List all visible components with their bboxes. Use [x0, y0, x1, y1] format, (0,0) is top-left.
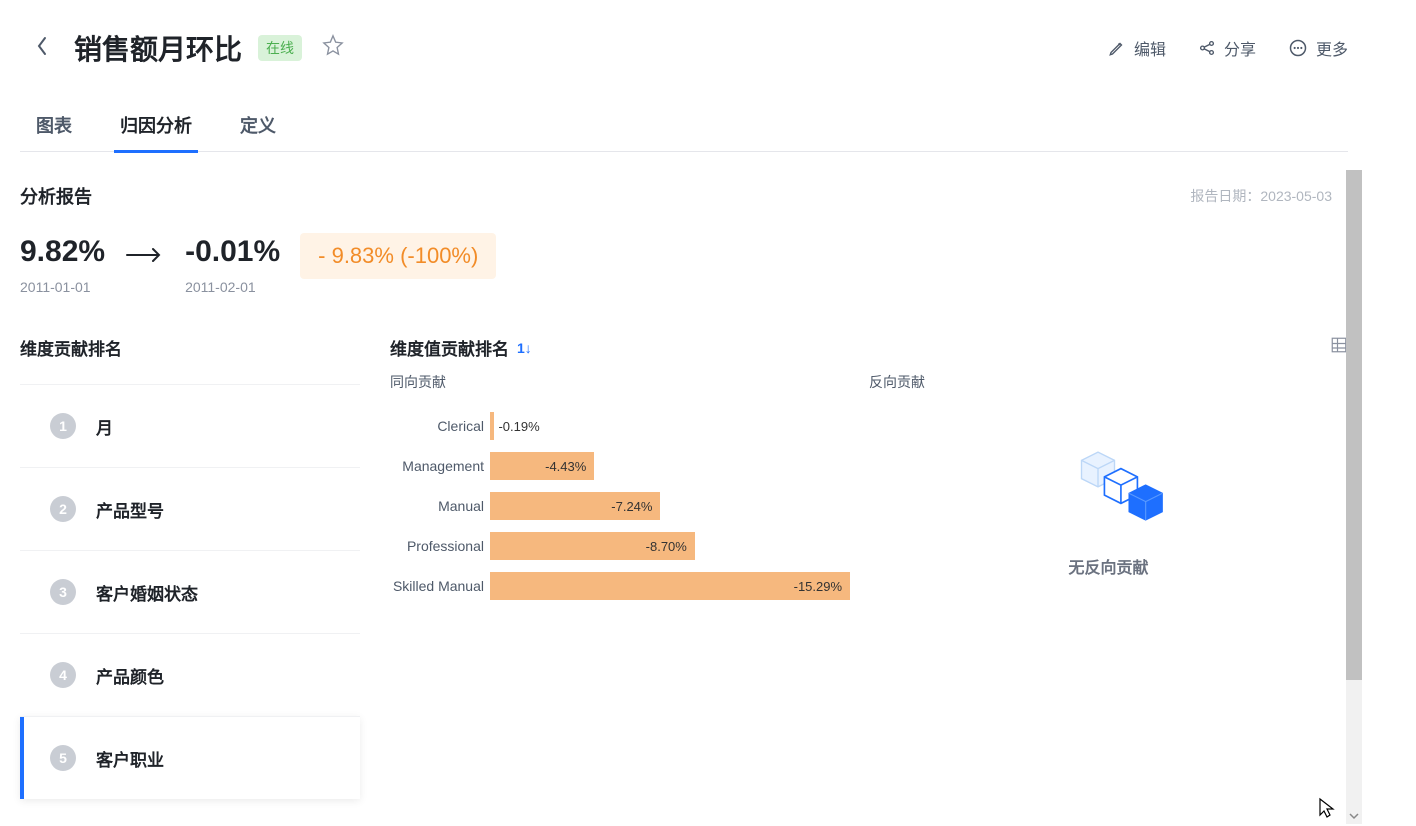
dimension-label: 月	[96, 414, 113, 439]
bar-row: Clerical-0.19%	[390, 406, 869, 446]
dimension-rank-panel: 维度贡献排名 1月 2 产品型号 3 客户婚姻状态 4 产品颜色 5 客户职业	[20, 335, 360, 799]
more-button[interactable]: 更多	[1288, 36, 1348, 60]
bar-value: -8.70%	[646, 539, 687, 554]
bar-track: -0.19%	[490, 412, 869, 440]
dimension-rank-badge: 4	[50, 662, 76, 688]
bar-fill: -8.70%	[490, 532, 695, 560]
bar-fill: -15.29%	[490, 572, 850, 600]
dimension-label: 客户婚姻状态	[96, 580, 198, 605]
metric-to-date: 2011-02-01	[185, 279, 280, 295]
cursor-icon	[1318, 797, 1336, 824]
bar-value: -7.24%	[611, 499, 652, 514]
favorite-button[interactable]	[322, 34, 344, 62]
dimension-rank-badge: 1	[50, 413, 76, 439]
dimension-rank-badge: 5	[50, 745, 76, 771]
edit-label: 编辑	[1134, 36, 1166, 60]
bar-label: Management	[390, 458, 490, 474]
bar-fill: -4.43%	[490, 452, 594, 480]
metric-to: -0.01% 2011-02-01	[185, 235, 280, 295]
dimension-item[interactable]: 3 客户婚姻状态	[20, 550, 360, 633]
edit-button[interactable]: 编辑	[1108, 36, 1166, 60]
bar-row: Manual -7.24%	[390, 486, 869, 526]
positive-contribution-column: 同向贡献 Clerical-0.19%Management-4.43%Manua…	[390, 372, 869, 606]
tab-definition[interactable]: 定义	[240, 104, 276, 152]
bar-label: Clerical	[390, 418, 490, 434]
dimension-item[interactable]: 5 客户职业	[20, 716, 360, 799]
bar-fill: -7.24%	[490, 492, 660, 520]
tab-attribution[interactable]: 归因分析	[120, 104, 192, 152]
share-label: 分享	[1224, 36, 1256, 60]
status-badge: 在线	[258, 35, 302, 61]
empty-text: 无反向贡献	[1068, 554, 1148, 578]
header-actions: 编辑 分享 更多	[1108, 36, 1348, 60]
bar-row: Management -4.43%	[390, 446, 869, 486]
sort-icon[interactable]: 1↓	[517, 340, 532, 356]
positive-col-title: 同向贡献	[390, 372, 869, 392]
dimension-rank-badge: 3	[50, 579, 76, 605]
metrics-row: 9.82% 2011-01-01 -0.01% 2011-02-01 - 9.8…	[0, 217, 1368, 295]
dimension-label: 产品颜色	[96, 663, 164, 688]
dimension-item[interactable]: 1月	[20, 384, 360, 467]
value-rank-panel: 维度值贡献排名 1↓ 同向贡献 Clerical-0.19%Management…	[370, 335, 1348, 799]
bar-label: Professional	[390, 538, 490, 554]
empty-state: 无反向贡献	[869, 406, 1348, 578]
negative-col-title: 反向贡献	[869, 372, 1348, 392]
page-header: 销售额月环比 在线 编辑 分享 更多	[0, 0, 1368, 84]
bar-fill: -0.19%	[490, 412, 494, 440]
bar-value: -15.29%	[794, 579, 842, 594]
bar-value: -0.19%	[498, 419, 539, 434]
dimension-label: 客户职业	[96, 746, 164, 771]
scrollbar-down-arrow[interactable]	[1346, 808, 1362, 824]
delta-badge: - 9.83% (-100%)	[300, 233, 496, 279]
dimension-item[interactable]: 4 产品颜色	[20, 633, 360, 716]
tab-chart[interactable]: 图表	[36, 104, 72, 152]
share-button[interactable]: 分享	[1198, 36, 1256, 60]
bar-row: Skilled Manual -15.29%	[390, 566, 869, 606]
dimension-rank-badge: 2	[50, 496, 76, 522]
metric-to-value: -0.01%	[185, 235, 280, 269]
empty-cubes-icon	[1054, 436, 1164, 536]
metric-from-value: 9.82%	[20, 235, 105, 269]
negative-contribution-column: 反向贡献	[869, 372, 1348, 606]
value-rank-title: 维度值贡献排名 1↓	[390, 335, 532, 360]
scrollbar-thumb[interactable]	[1346, 170, 1362, 680]
back-button[interactable]	[36, 36, 58, 61]
dimension-item[interactable]: 2 产品型号	[20, 467, 360, 550]
report-date: 报告日期：2023-05-03	[1190, 186, 1332, 206]
bar-track: -7.24%	[490, 492, 869, 520]
more-label: 更多	[1316, 36, 1348, 60]
tabs: 图表 归因分析 定义	[0, 104, 1368, 153]
dimension-label: 产品型号	[96, 497, 164, 522]
bar-label: Manual	[390, 498, 490, 514]
bar-track: -15.29%	[490, 572, 869, 600]
dimension-rank-title: 维度贡献排名	[20, 335, 360, 360]
arrow-right-icon	[125, 239, 165, 273]
bar-value: -4.43%	[545, 459, 586, 474]
report-title: 分析报告	[20, 183, 92, 209]
bar-label: Skilled Manual	[390, 578, 490, 594]
page-title: 销售额月环比	[74, 28, 242, 68]
content-area: 分析报告 报告日期：2023-05-03 9.82% 2011-01-01 -0…	[0, 153, 1368, 813]
metric-from-date: 2011-01-01	[20, 279, 105, 295]
metric-from: 9.82% 2011-01-01	[20, 235, 105, 295]
bar-track: -8.70%	[490, 532, 869, 560]
bar-row: Professional -8.70%	[390, 526, 869, 566]
bar-track: -4.43%	[490, 452, 869, 480]
